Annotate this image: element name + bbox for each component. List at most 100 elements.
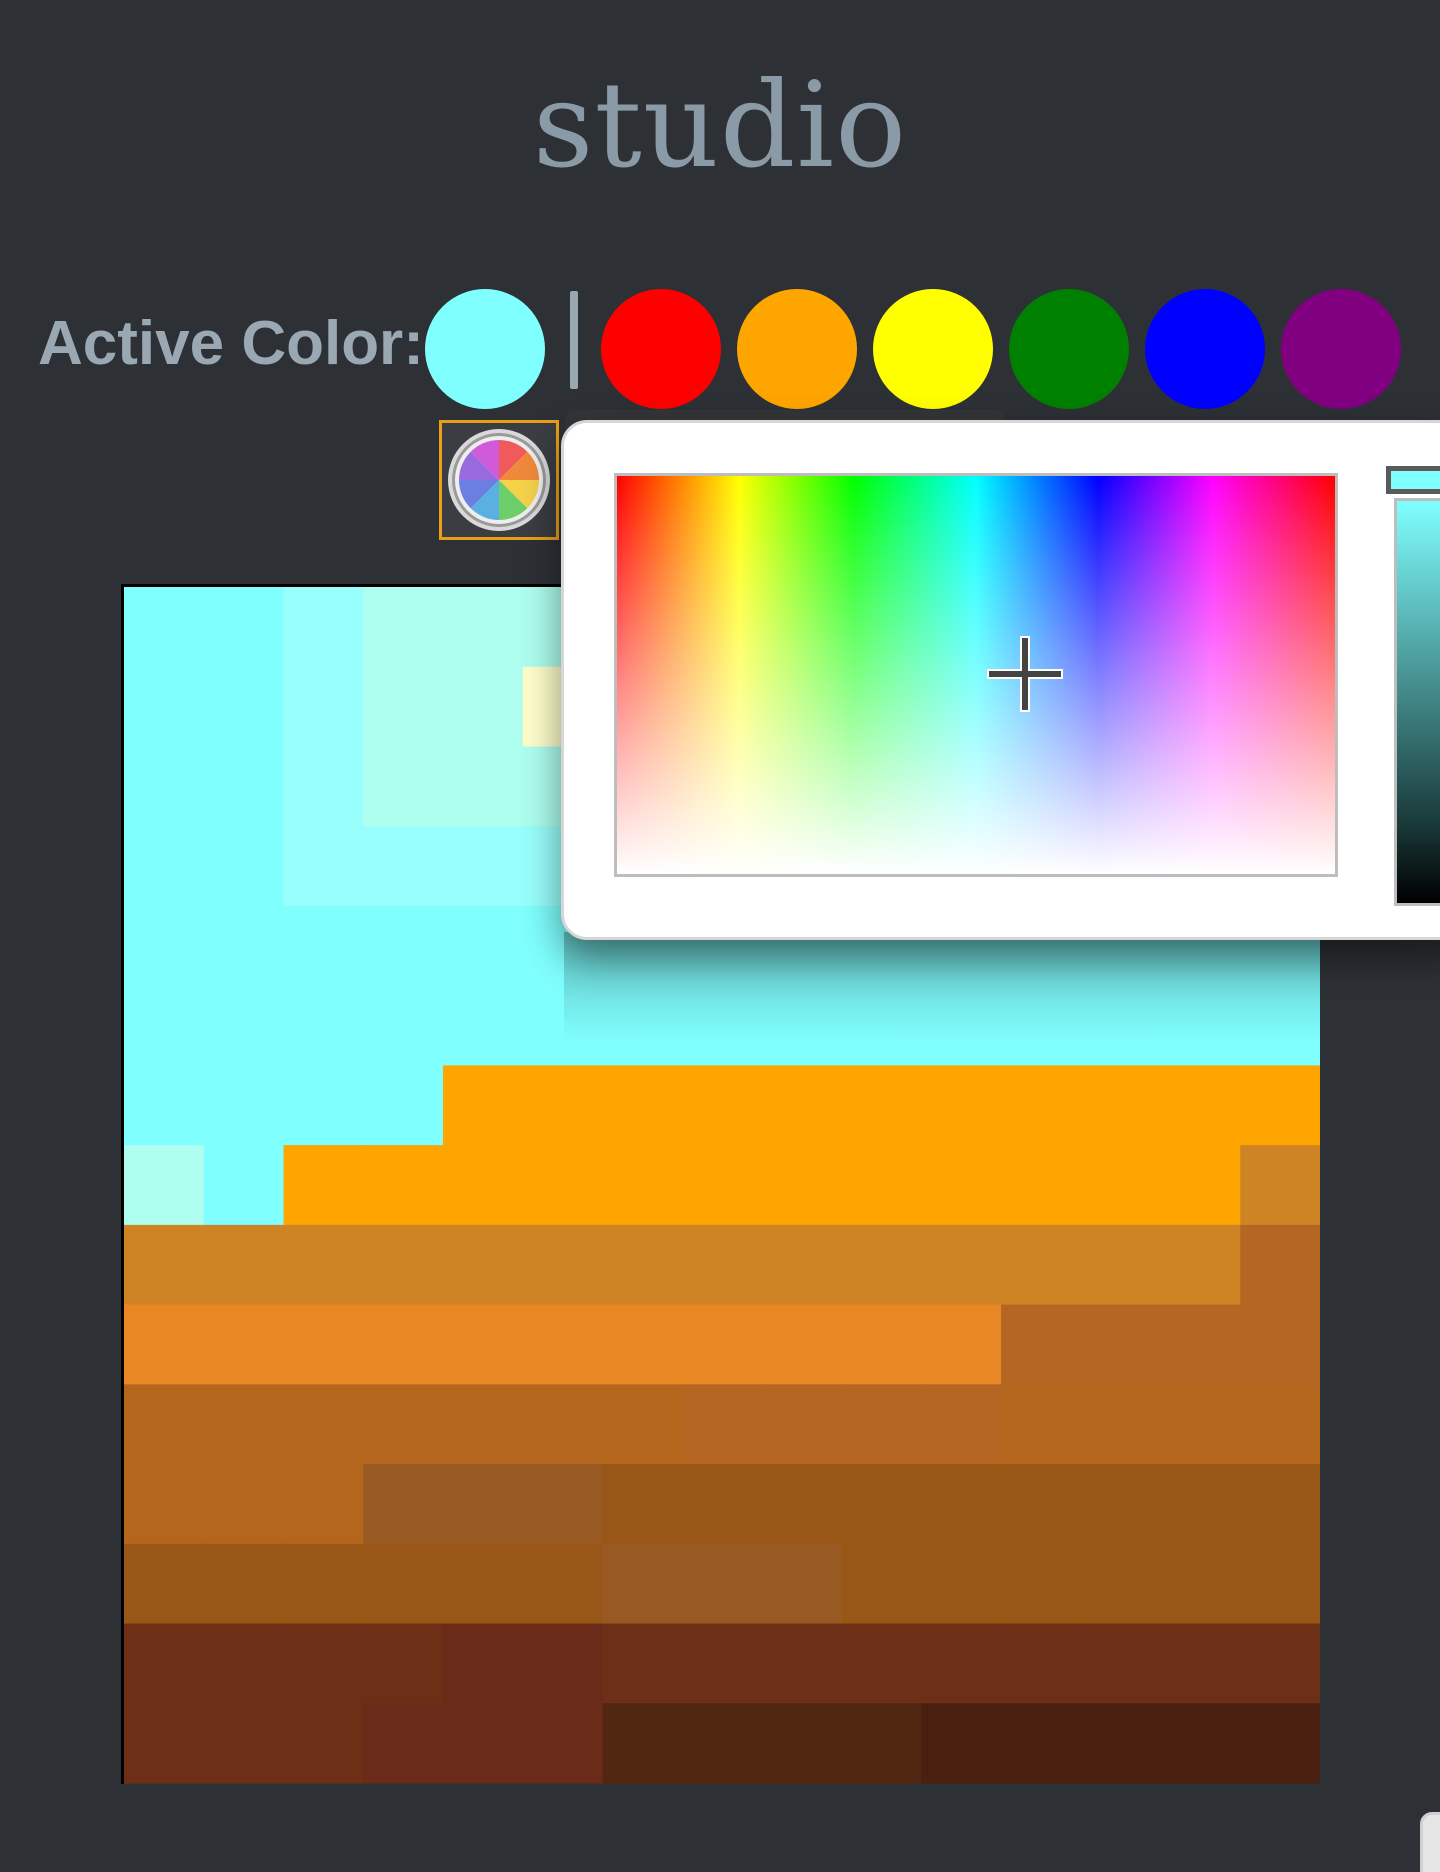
canvas-pixel[interactable] xyxy=(761,1703,843,1784)
canvas-pixel[interactable] xyxy=(1240,1703,1320,1784)
canvas-pixel[interactable] xyxy=(602,1543,683,1625)
canvas-pixel[interactable] xyxy=(522,1384,603,1465)
canvas-pixel[interactable] xyxy=(442,666,524,748)
canvas-pixel[interactable] xyxy=(1001,1623,1082,1704)
canvas-pixel[interactable] xyxy=(1001,1145,1082,1226)
canvas-pixel[interactable] xyxy=(682,1145,763,1226)
canvas-pixel[interactable] xyxy=(1240,1464,1320,1545)
canvas-pixel[interactable] xyxy=(1240,1384,1320,1465)
palette-swatch-blue[interactable] xyxy=(1145,289,1265,409)
canvas-pixel[interactable] xyxy=(442,746,524,827)
canvas-pixel[interactable] xyxy=(283,587,364,668)
canvas-pixel[interactable] xyxy=(203,1065,285,1146)
canvas-pixel[interactable] xyxy=(363,1145,444,1226)
canvas-pixel[interactable] xyxy=(921,1384,1002,1465)
canvas-pixel[interactable] xyxy=(602,1623,683,1704)
canvas-pixel[interactable] xyxy=(1001,1703,1082,1784)
canvas-pixel[interactable] xyxy=(442,1384,524,1465)
canvas-pixel[interactable] xyxy=(761,1065,843,1146)
canvas-pixel[interactable] xyxy=(442,1464,524,1545)
canvas-pixel[interactable] xyxy=(442,1543,524,1625)
canvas-pixel[interactable] xyxy=(203,1224,285,1306)
palette-swatch-green[interactable] xyxy=(1009,289,1129,409)
canvas-pixel[interactable] xyxy=(124,1623,205,1704)
canvas-pixel[interactable] xyxy=(602,1065,683,1146)
canvas-pixel[interactable] xyxy=(1080,1543,1162,1625)
canvas-pixel[interactable] xyxy=(442,1065,524,1146)
canvas-pixel[interactable] xyxy=(522,1065,603,1146)
canvas-pixel[interactable] xyxy=(1240,1145,1320,1226)
canvas-pixel[interactable] xyxy=(363,1543,444,1625)
canvas-pixel[interactable] xyxy=(283,985,364,1066)
canvas-pixel[interactable] xyxy=(522,1464,603,1545)
palette-swatch-orange[interactable] xyxy=(737,289,857,409)
canvas-pixel[interactable] xyxy=(761,1224,843,1306)
canvas-pixel[interactable] xyxy=(363,826,444,907)
canvas-pixel[interactable] xyxy=(602,1384,683,1465)
canvas-pixel[interactable] xyxy=(124,1703,205,1784)
canvas-pixel[interactable] xyxy=(124,1065,205,1146)
canvas-pixel[interactable] xyxy=(682,1623,763,1704)
canvas-pixel[interactable] xyxy=(283,1703,364,1784)
canvas-pixel[interactable] xyxy=(921,1145,1002,1226)
canvas-pixel[interactable] xyxy=(602,1224,683,1306)
canvas-pixel[interactable] xyxy=(1160,1384,1241,1465)
canvas-pixel[interactable] xyxy=(203,1145,285,1226)
canvas-pixel[interactable] xyxy=(682,1543,763,1625)
canvas-pixel[interactable] xyxy=(602,1703,683,1784)
canvas-pixel[interactable] xyxy=(442,1224,524,1306)
canvas-pixel[interactable] xyxy=(1240,1304,1320,1385)
canvas-pixel[interactable] xyxy=(1160,1623,1241,1704)
canvas-pixel[interactable] xyxy=(203,1384,285,1465)
canvas-pixel[interactable] xyxy=(124,1145,205,1226)
canvas-pixel[interactable] xyxy=(124,985,205,1066)
canvas-pixel[interactable] xyxy=(363,905,444,987)
canvas-pixel[interactable] xyxy=(1080,1224,1162,1306)
canvas-pixel[interactable] xyxy=(363,1703,444,1784)
corner-panel-edge[interactable] xyxy=(1420,1812,1440,1872)
canvas-pixel[interactable] xyxy=(761,1623,843,1704)
canvas-pixel[interactable] xyxy=(442,1703,524,1784)
canvas-pixel[interactable] xyxy=(1001,1304,1082,1385)
canvas-pixel[interactable] xyxy=(363,1224,444,1306)
canvas-pixel[interactable] xyxy=(124,587,205,668)
canvas-pixel[interactable] xyxy=(442,826,524,907)
canvas-pixel[interactable] xyxy=(442,587,524,668)
canvas-pixel[interactable] xyxy=(124,666,205,748)
canvas-pixel[interactable] xyxy=(203,587,285,668)
canvas-pixel[interactable] xyxy=(203,1304,285,1385)
canvas-pixel[interactable] xyxy=(283,1145,364,1226)
canvas-pixel[interactable] xyxy=(522,1145,603,1226)
canvas-pixel[interactable] xyxy=(363,587,444,668)
canvas-pixel[interactable] xyxy=(283,1543,364,1625)
canvas-pixel[interactable] xyxy=(1080,1304,1162,1385)
canvas-pixel[interactable] xyxy=(1160,1065,1241,1146)
active-color-swatch[interactable] xyxy=(425,289,545,409)
canvas-pixel[interactable] xyxy=(682,1304,763,1385)
canvas-pixel[interactable] xyxy=(283,826,364,907)
canvas-pixel[interactable] xyxy=(1001,1384,1082,1465)
canvas-pixel[interactable] xyxy=(682,1703,763,1784)
canvas-pixel[interactable] xyxy=(124,826,205,907)
canvas-pixel[interactable] xyxy=(761,1384,843,1465)
canvas-pixel[interactable] xyxy=(522,1623,603,1704)
canvas-pixel[interactable] xyxy=(522,1543,603,1625)
canvas-pixel[interactable] xyxy=(283,746,364,827)
canvas-pixel[interactable] xyxy=(283,1304,364,1385)
canvas-pixel[interactable] xyxy=(841,1304,922,1385)
canvas-pixel[interactable] xyxy=(921,1065,1002,1146)
canvas-pixel[interactable] xyxy=(1160,1464,1241,1545)
canvas-pixel[interactable] xyxy=(921,1304,1002,1385)
canvas-pixel[interactable] xyxy=(682,1065,763,1146)
canvas-pixel[interactable] xyxy=(124,1464,205,1545)
canvas-pixel[interactable] xyxy=(283,1384,364,1465)
canvas-pixel[interactable] xyxy=(1240,1623,1320,1704)
canvas-pixel[interactable] xyxy=(1240,1224,1320,1306)
canvas-pixel[interactable] xyxy=(841,1464,922,1545)
canvas-pixel[interactable] xyxy=(283,1623,364,1704)
palette-swatch-purple[interactable] xyxy=(1281,289,1401,409)
canvas-pixel[interactable] xyxy=(1080,1065,1162,1146)
canvas-pixel[interactable] xyxy=(203,746,285,827)
canvas-pixel[interactable] xyxy=(761,1464,843,1545)
crosshair-icon[interactable] xyxy=(985,634,1065,714)
